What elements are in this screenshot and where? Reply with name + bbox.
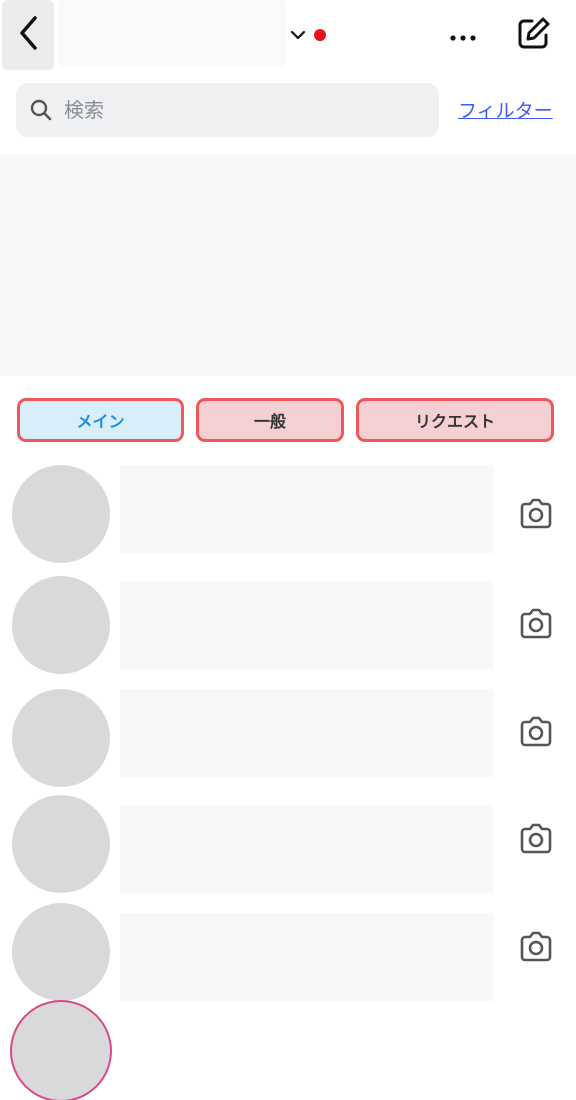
- notes-area: [0, 154, 576, 376]
- camera-icon[interactable]: [516, 714, 556, 750]
- conversation-text-placeholder[interactable]: [120, 465, 494, 553]
- search-icon: [30, 99, 52, 121]
- new-message-button[interactable]: [512, 16, 554, 56]
- back-button[interactable]: [2, 0, 54, 70]
- tab-general[interactable]: 一般: [196, 398, 344, 442]
- avatar[interactable]: [12, 1002, 110, 1100]
- ellipsis-icon: [450, 26, 476, 45]
- camera-icon[interactable]: [516, 496, 556, 532]
- notification-dot: [314, 29, 326, 41]
- conversation-text-placeholder[interactable]: [120, 805, 494, 893]
- conversation-text-placeholder[interactable]: [120, 913, 494, 1001]
- avatar[interactable]: [12, 903, 110, 1001]
- conversation-text-placeholder[interactable]: [120, 689, 494, 777]
- avatar[interactable]: [12, 465, 110, 563]
- conversation-text-placeholder[interactable]: [120, 581, 494, 669]
- tab-main[interactable]: メイン: [17, 398, 184, 442]
- tab-requests[interactable]: リクエスト: [356, 398, 554, 442]
- filter-link[interactable]: フィルター: [458, 96, 553, 123]
- avatar[interactable]: [12, 689, 110, 787]
- avatar[interactable]: [12, 576, 110, 674]
- more-options-button[interactable]: [446, 20, 480, 50]
- search-bar[interactable]: [16, 83, 439, 137]
- chevron-left-icon: [17, 15, 39, 55]
- camera-icon[interactable]: [516, 929, 556, 965]
- search-input[interactable]: [62, 97, 406, 123]
- account-name-placeholder[interactable]: [58, 0, 286, 66]
- chevron-down-icon[interactable]: [290, 27, 306, 43]
- camera-icon[interactable]: [516, 606, 556, 642]
- avatar[interactable]: [12, 795, 110, 893]
- camera-icon[interactable]: [516, 821, 556, 857]
- new-message-icon: [515, 16, 551, 56]
